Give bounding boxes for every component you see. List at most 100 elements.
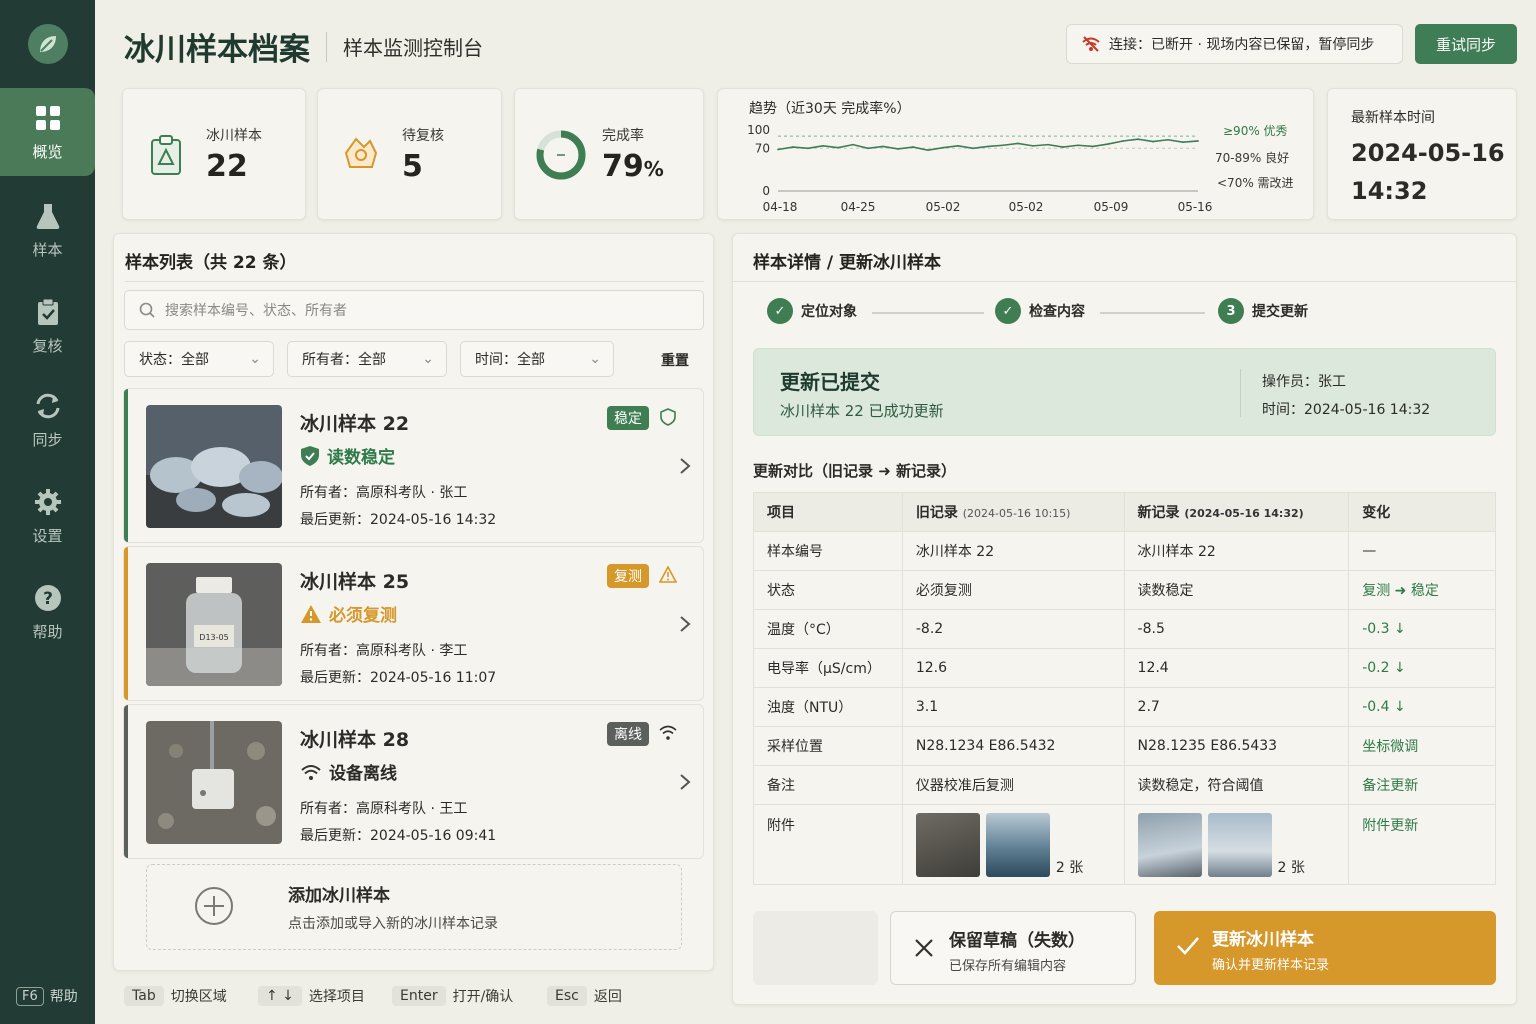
sidebar-item-settings[interactable]: 设置: [0, 472, 95, 560]
sidebar-item-review[interactable]: 复核: [0, 282, 95, 370]
step-check: ✓ 检查内容: [995, 298, 1085, 324]
attachment-thumbnail[interactable]: [915, 812, 980, 877]
status-bar: [124, 705, 128, 858]
cell-change: -0.2 ↓: [1348, 648, 1496, 688]
stat-value: 79%: [602, 149, 664, 184]
detail-title: 样本详情 / 更新冰川样本: [753, 253, 942, 273]
draft-desc: 已保存所有编辑内容: [949, 959, 1067, 974]
flask-icon: [36, 203, 59, 229]
data-point: [1032, 144, 1034, 147]
step-connector: [1100, 312, 1205, 314]
sidebar-item-sync[interactable]: 同步: [0, 376, 95, 464]
sample-status: 设备离线: [300, 759, 397, 784]
legend-improve: <70% 需改进: [1217, 176, 1294, 190]
success-title: 更新已提交: [780, 370, 880, 394]
sample-row[interactable]: D13-05 冰川样本 25 必须复测 所有者：高原科考队 · 李工 最后更新：…: [123, 546, 704, 701]
page-title: 冰川样本档案: [124, 32, 310, 68]
keep-draft-button[interactable]: 保留草稿（失数） 已保存所有编辑内容: [890, 911, 1136, 985]
step-label: 提交更新: [1252, 304, 1308, 320]
latest-label: 最新样本时间: [1351, 110, 1435, 126]
owner-filter[interactable]: 所有者：全部 ⌄: [287, 341, 447, 377]
x-tick-label: 05-02: [926, 200, 961, 214]
completion-value: 79: [602, 149, 644, 184]
step-locate: ✓ 定位对象: [767, 298, 857, 324]
data-point: [792, 146, 794, 148]
sidebar-item-label: 样本: [32, 240, 63, 259]
attachment-thumbnail[interactable]: [985, 812, 1050, 877]
cell-item: 备注: [753, 765, 903, 805]
data-point: [1047, 143, 1049, 146]
latest-sample-card: 最新样本时间 2024-05-16 14:32: [1327, 88, 1517, 220]
cell-item: 样本编号: [753, 531, 903, 571]
data-point: [867, 147, 869, 150]
search-placeholder: 搜索样本编号、状态、所有者: [165, 303, 347, 319]
y-tick-label: 0: [762, 184, 770, 198]
sidebar-item-label: 帮助: [32, 622, 63, 641]
check-icon: ✓: [995, 298, 1021, 324]
data-point: [1077, 144, 1079, 147]
data-point: [1002, 144, 1004, 147]
success-operator: 操作员：张工: [1262, 374, 1346, 390]
data-point: [777, 148, 779, 151]
col-old: 旧记录 (2024-05-16 10:15): [901, 492, 1125, 532]
data-point: [882, 145, 884, 148]
cell-item: 温度（°C）: [753, 609, 903, 649]
table-row: 浊度（NTU） 3.1 2.7 -0.4 ↓: [753, 687, 1496, 727]
time-filter[interactable]: 时间：全部 ⌄: [460, 341, 614, 377]
sample-status: 必须复测: [300, 601, 397, 626]
x-tick-label: 04-18: [763, 200, 798, 214]
help-shortcut[interactable]: F6 帮助: [16, 986, 78, 1006]
check-icon: [1177, 937, 1199, 955]
wifi-off-icon: [301, 764, 321, 780]
sidebar-item-overview[interactable]: 概览: [0, 88, 95, 176]
cell-old: 仪器校准后复测: [901, 765, 1125, 805]
cell-new: 12.4: [1123, 648, 1350, 688]
warning-icon: [301, 604, 321, 623]
update-sample-button[interactable]: 更新冰川样本 确认并更新样本记录: [1154, 911, 1496, 985]
retry-sync-button[interactable]: 重试同步: [1415, 24, 1517, 64]
attachment-thumbnail[interactable]: [1137, 812, 1202, 877]
sidebar-item-label: 同步: [32, 430, 63, 449]
sync-icon: [36, 393, 59, 418]
hint-arrows: ↑ ↓ 选择项目: [258, 986, 365, 1006]
status-badge: 复测: [607, 564, 649, 588]
sample-row[interactable]: 冰川样本 28 设备离线 所有者：高原科考队 · 王工 最后更新：2024-05…: [123, 704, 704, 859]
sidebar-item-label: 设置: [32, 526, 63, 545]
cell-item: 附件: [753, 804, 903, 885]
button-bar-spacer: [753, 911, 878, 985]
wifi-icon: [659, 725, 677, 740]
hint-label: 打开/确认: [452, 989, 514, 1005]
completion-unit: %: [643, 157, 664, 181]
data-point: [1092, 145, 1094, 148]
draft-title: 保留草稿（失数）: [949, 931, 1085, 951]
hint-esc: Esc 返回: [547, 986, 622, 1006]
success-banner: 更新已提交 冰川样本 22 已成功更新 操作员：张工 时间：2024-05-16…: [753, 348, 1496, 436]
success-desc: 冰川样本 22 已成功更新: [780, 402, 944, 420]
col-item: 项目: [753, 492, 903, 532]
hint-label: 返回: [593, 989, 622, 1005]
owner-filter-label: 所有者：全部: [302, 352, 386, 368]
sample-name: 冰川样本 25: [300, 571, 410, 593]
chevron-right-icon: [680, 458, 691, 474]
sidebar-item-samples[interactable]: 样本: [0, 186, 95, 274]
plus-circle-icon: [195, 887, 233, 925]
hint-key: Enter: [392, 986, 446, 1006]
sample-name: 冰川样本 28: [300, 729, 410, 751]
status-badge: 离线: [607, 722, 649, 746]
status-filter[interactable]: 状态：全部 ⌄: [124, 341, 274, 377]
cell-new: 读数稳定，符合阈值: [1123, 765, 1350, 805]
sample-row[interactable]: 冰川样本 22 读数稳定 所有者：高原科考队 · 张工 最后更新：2024-05…: [123, 388, 704, 543]
data-point: [1017, 142, 1019, 145]
success-time: 时间：2024-05-16 14:32: [1262, 402, 1431, 418]
data-point: [912, 146, 914, 148]
cell-old: N28.1234 E86.5432: [901, 726, 1125, 766]
reset-filters-button[interactable]: 重置: [661, 350, 689, 370]
x-tick-label: 05-16: [1178, 200, 1213, 214]
add-sample-button[interactable]: 添加冰川样本 点击添加或导入新的冰川样本记录: [146, 864, 682, 950]
cell-old: 12.6: [901, 648, 1125, 688]
attachment-thumbnail[interactable]: [1207, 812, 1272, 877]
search-input[interactable]: 搜索样本编号、状态、所有者: [124, 290, 704, 330]
stat-card-pending: 待复核 5: [317, 88, 502, 220]
table-row: 状态 必须复测 读数稳定 复测 ➜ 稳定: [753, 570, 1496, 610]
sidebar-item-help[interactable]: ? 帮助: [0, 568, 95, 656]
